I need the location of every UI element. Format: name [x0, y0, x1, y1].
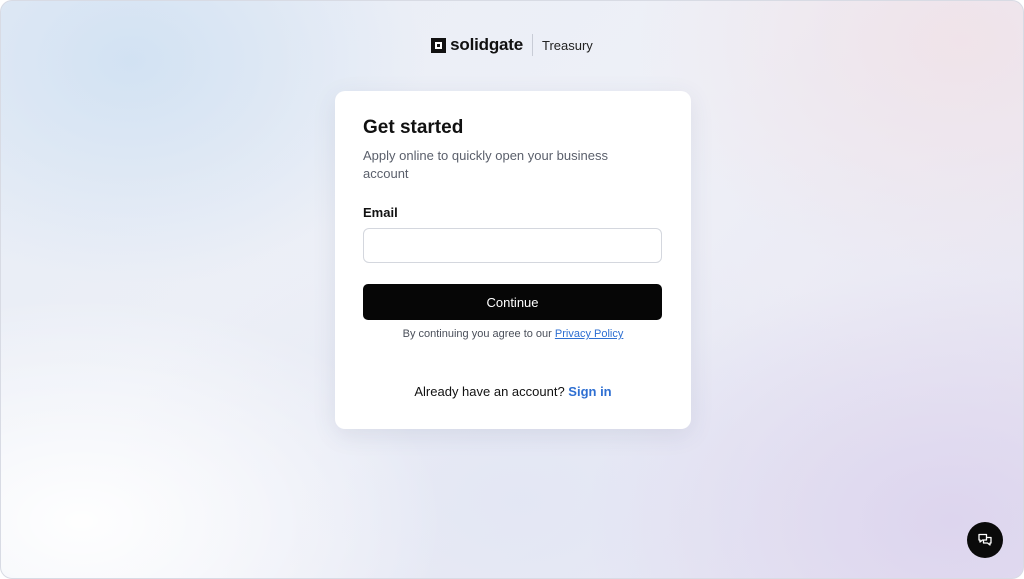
product-name: Treasury [542, 37, 593, 53]
continue-button[interactable]: Continue [363, 284, 662, 320]
header-divider [532, 34, 533, 56]
chat-button[interactable] [967, 522, 1003, 558]
email-input[interactable] [363, 228, 662, 263]
signin-row: Already have an account? Sign in [363, 384, 663, 399]
solidgate-logo[interactable]: solidgate [431, 35, 523, 55]
header: solidgate Treasury [1, 34, 1023, 56]
card-subtitle: Apply online to quickly open your busine… [363, 148, 608, 181]
logo-text: solidgate [450, 35, 523, 54]
signin-prompt: Already have an account? [414, 384, 569, 399]
email-label: Email [363, 205, 398, 220]
privacy-notice: By continuing you agree to our Privacy P… [363, 328, 663, 340]
privacy-notice-text: By continuing you agree to our [402, 328, 555, 340]
page-background: solidgate Treasury Get started Apply onl… [0, 0, 1024, 579]
privacy-policy-link[interactable]: Privacy Policy [555, 328, 623, 340]
signup-card: Get started Apply online to quickly open… [335, 91, 691, 429]
card-title: Get started [363, 117, 464, 138]
solidgate-logo-icon [431, 37, 447, 53]
sign-in-link[interactable]: Sign in [568, 384, 611, 399]
chat-icon [978, 533, 992, 546]
